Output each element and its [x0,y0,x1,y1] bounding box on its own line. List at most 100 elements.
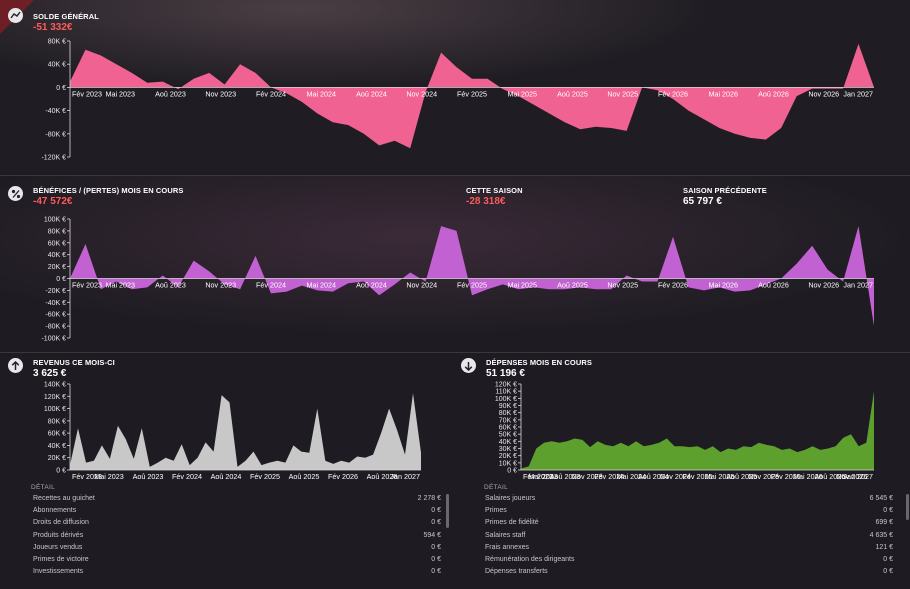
x-tick-label: Nov 2023 [205,281,236,290]
expenses-chart: 120K €110K €100K €90K €80K €70K €60K €50… [495,382,874,481]
x-tick-label: Nov 2024 [406,281,437,290]
detail-row[interactable]: Frais annexes 121 € [485,544,893,556]
y-tick-label: 120K € [495,382,517,389]
y-tick-label: 80K € [48,418,66,425]
detail-row-label: Recettes au guichet [33,495,95,502]
x-tick-label: Jan 2027 [390,472,420,481]
y-tick-label: 0 € [507,468,517,475]
x-tick-label: Fév 2025 [457,281,487,290]
x-tick-label: Aoû 2024 [356,281,387,290]
y-tick-label: 140K € [44,382,66,389]
detail-row-label: Rémunération des dirigeants [485,556,575,563]
y-tick-label: -40K € [45,108,66,115]
detail-row-label: Primes de victoire [33,556,89,563]
detail-row-value: 121 € [875,543,893,551]
x-tick-label: Nov 2026 [808,89,839,98]
y-tick-label: 0 € [56,85,66,92]
detail-row[interactable]: Produits dérivés 594 € [33,532,441,544]
y-tick-label: 100K € [495,396,517,403]
detail-row-value: 6 545 € [869,495,893,502]
x-tick-label: Fév 2024 [172,472,202,481]
x-tick-label: Fév 2024 [256,89,286,98]
y-tick-label: -120K € [41,155,66,162]
y-tick-label: 60K € [48,240,66,247]
x-tick-label: Mai 2026 [708,281,738,290]
y-tick-label: 50K € [499,432,517,439]
arrow-up-icon [8,358,23,373]
y-tick-label: 80K € [48,228,66,235]
y-tick-label: 90K € [499,403,517,410]
expenses-scrollbar[interactable] [906,494,909,520]
y-tick-label: 80K € [48,39,66,46]
balance-chart: 80K € 40K € 0 € -40K € -80K € -120K € Fév 2023… [41,39,874,162]
detail-row[interactable]: Investissements 0 € [33,568,441,580]
detail-row[interactable]: Abonnements 0 € [33,507,441,519]
detail-row-value: 0 € [431,568,441,576]
y-tick-label: 20K € [48,264,66,271]
y-tick-label: -100K € [41,336,66,343]
detail-row-value: 0 € [431,556,441,563]
y-tick-label: 40K € [499,439,517,446]
detail-row-label: Salaires joueurs [485,495,536,502]
arrow-down-icon [461,358,476,373]
x-tick-label: Mai 2024 [306,89,336,98]
income-chart: 140K € 120K € 100K € 80K € 60K € 40K € 20K € 0 … [44,382,421,481]
detail-row-label: Joueurs vendus [33,543,83,551]
detail-row[interactable]: Recettes au guichet 2 278 € [33,495,441,507]
x-tick-label: Aoû 2026 [758,281,789,290]
x-tick-label: Mai 2025 [507,89,537,98]
x-tick-label: Mai 2023 [105,89,135,98]
y-tick-label: 0 € [56,468,66,475]
detail-row-value: 0 € [883,568,893,576]
y-tick-label: 100K € [44,217,66,224]
y-tick-label: 40K € [48,252,66,259]
y-tick-label: 70K € [499,417,517,424]
x-tick-label: Aoû 2023 [155,89,186,98]
y-tick-label: -80K € [45,131,66,138]
income-title: REVENUS CE MOIS-CI [33,358,115,367]
detail-row-label: Abonnements [33,507,77,515]
detail-row-label: Investissements [33,568,84,576]
season-value: -28 318€ [466,196,506,207]
detail-row[interactable]: Dépenses transferts 0 € [485,568,893,580]
detail-row-label: Primes [485,507,507,515]
season-title: CETTE SAISON [466,186,523,195]
detail-row-value: 0 € [431,519,441,527]
detail-row-label: Salaires staff [485,531,526,539]
detail-row[interactable]: Rémunération des dirigeants 0 € [485,556,893,568]
y-tick-label: 0 € [56,276,66,283]
y-tick-label: 20K € [48,455,66,462]
x-tick-label: Nov 2025 [607,89,638,98]
detail-row[interactable]: Salaires joueurs 6 545 € [485,495,893,507]
detail-row[interactable]: Salaires staff 4 635 € [485,532,893,544]
x-tick-label: Aoû 2024 [356,89,387,98]
detail-row[interactable]: Primes de victoire 0 € [33,556,441,568]
x-tick-label: Aoû 2024 [211,472,242,481]
y-tick-label: 100K € [44,406,66,413]
detail-row-value: 2 278 € [417,495,441,502]
profit-title: BÉNÉFICES / (PERTES) MOIS EN COURS [33,186,184,195]
detail-row-label: Produits dérivés [33,531,84,539]
x-tick-label: Fév 2026 [658,281,688,290]
x-tick-label: Fév 2025 [457,89,487,98]
income-scrollbar[interactable] [446,494,449,528]
detail-row-value: 699 € [875,519,893,527]
detail-row-value: 0 € [431,543,441,551]
detail-row-label: Frais annexes [485,543,529,551]
detail-row[interactable]: Primes 0 € [485,507,893,519]
scale-icon [8,8,23,23]
detail-row[interactable]: Joueurs vendus 0 € [33,544,441,556]
x-tick-label: Nov 2024 [406,89,437,98]
detail-row[interactable]: Primes de fidélité 699 € [485,519,893,531]
detail-row[interactable]: Droits de diffusion 0 € [33,519,441,531]
y-tick-label: -20K € [45,288,66,295]
y-tick-label: 10K € [499,460,517,467]
profit-area [70,226,874,327]
previous-season-value: 65 797 € [683,196,722,207]
x-tick-label: Aoû 2026 [758,89,789,98]
y-tick-label: 80K € [499,410,517,417]
detail-row-label: Dépenses transferts [485,568,548,576]
y-tick-label: -60K € [45,312,66,319]
detail-row-label: Droits de diffusion [33,519,89,527]
detail-row-value: 4 635 € [869,531,893,539]
